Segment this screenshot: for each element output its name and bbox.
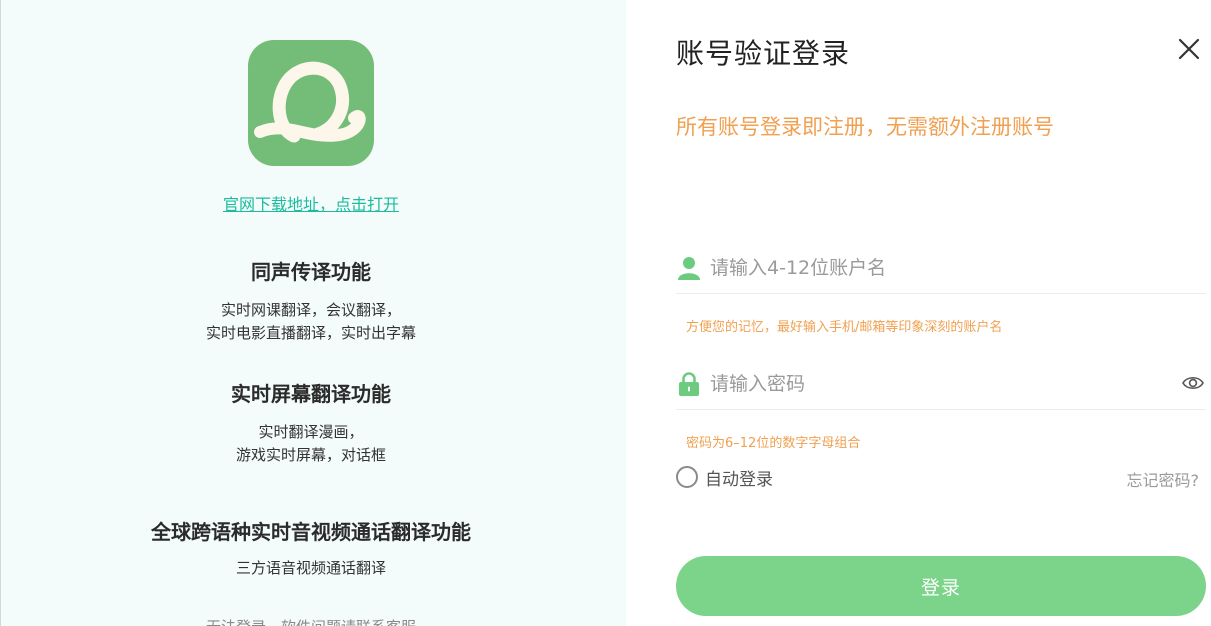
user-icon <box>678 256 700 280</box>
auto-login-toggle[interactable]: 自动登录 <box>676 465 773 490</box>
feature-desc-line: 游戏实时屏幕，对话框 <box>235 446 386 464</box>
lock-icon <box>678 372 700 396</box>
help-contact-text: 无法登录，软件问题请联系客服 <box>1 616 621 626</box>
feature-title: 全球跨语种实时音视频通话翻译功能 <box>151 520 471 544</box>
feature-title: 实时屏幕翻译功能 <box>231 382 391 406</box>
feature-screen-translation: 实时屏幕翻译功能 实时翻译漫画， 游戏实时屏幕，对话框 <box>1 378 621 467</box>
app-logo-glyph <box>254 61 366 143</box>
login-button[interactable]: 登录 <box>676 556 1206 616</box>
feature-desc-line: 实时翻译漫画， <box>258 423 364 441</box>
download-link[interactable]: 官网下载地址，点击打开 <box>1 191 621 215</box>
register-hint: 所有账号登录即注册，无需额外注册账号 <box>676 115 1054 139</box>
login-panel: 账号验证登录 所有账号登录即注册，无需额外注册账号 方便您的记忆，最好输入手机/… <box>626 0 1211 626</box>
password-field <box>676 358 1206 410</box>
login-title: 账号验证登录 <box>676 37 851 70</box>
password-input[interactable] <box>710 366 1170 402</box>
password-hint: 密码为6–12位的数字字母组合 <box>686 436 861 451</box>
feature-desc: 三方语音视频通话翻译 <box>1 557 621 580</box>
close-icon <box>1178 38 1200 60</box>
feature-desc-line: 实时网课翻译，会议翻译， <box>220 301 401 319</box>
feature-call-translation: 全球跨语种实时音视频通话翻译功能 三方语音视频通话翻译 <box>1 516 621 580</box>
username-field <box>676 242 1206 294</box>
feature-simultaneous-interpretation: 同声传译功能 实时网课翻译，会议翻译， 实时电影直播翻译，实时出字幕 <box>1 256 621 345</box>
feature-desc: 实时翻译漫画， 游戏实时屏幕，对话框 <box>1 421 621 467</box>
forgot-password-link[interactable]: 忘记密码? <box>1127 467 1200 491</box>
feature-title: 同声传译功能 <box>251 260 371 284</box>
username-input[interactable] <box>710 250 1170 286</box>
feature-desc: 实时网课翻译，会议翻译， 实时电影直播翻译，实时出字幕 <box>1 299 621 345</box>
username-hint: 方便您的记忆，最好输入手机/邮箱等印象深刻的账户名 <box>686 320 1003 335</box>
auto-login-radio[interactable] <box>676 466 698 488</box>
feature-desc-line: 三方语音视频通话翻译 <box>235 559 386 577</box>
auto-login-label: 自动登录 <box>705 469 773 490</box>
eye-icon[interactable] <box>1182 374 1204 392</box>
feature-desc-line: 实时电影直播翻译，实时出字幕 <box>205 324 416 342</box>
close-button[interactable] <box>1176 36 1202 62</box>
left-info-panel: 官网下载地址，点击打开 同声传译功能 实时网课翻译，会议翻译， 实时电影直播翻译… <box>0 0 626 626</box>
app-logo-icon <box>248 40 374 166</box>
